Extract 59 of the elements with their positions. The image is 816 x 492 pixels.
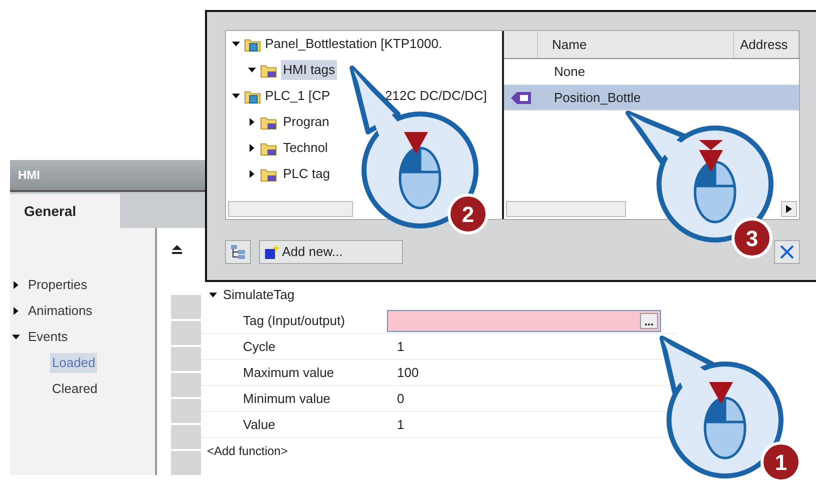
caret-down-icon[interactable] [232,92,240,100]
parameter-label: Tag (Input/output) [242,312,346,330]
tree-item[interactable]: Panel_Bottlestation [KTP1000. [265,34,442,54]
parameter-value[interactable]: 0 [387,388,404,408]
tree-item[interactable]: HMI tags [281,60,338,80]
caret-down-icon[interactable] [232,40,240,48]
tree-item[interactable]: Technol [281,138,330,158]
caret-right-icon[interactable] [248,170,256,178]
folder-icon [260,140,277,156]
move-up-icon[interactable] [171,243,183,255]
tab[interactable]: General [10,194,120,228]
nav-item[interactable]: Properties [28,275,88,295]
tree-view-icon [230,244,246,260]
add-function-link[interactable]: <Add function> [201,438,675,460]
tag-name: None [553,62,586,81]
scroll-right-button[interactable] [781,201,797,217]
event-item[interactable]: Cleared [50,379,100,399]
caret-right-icon[interactable] [248,144,256,152]
tree-item[interactable]: Progran [281,112,332,132]
parameter-label: Maximum value [242,364,336,382]
horizontal-scrollbar[interactable] [228,201,353,217]
parameter-label: Value [242,416,276,434]
tree-item[interactable]: PLC tag [281,164,332,184]
add-new-button[interactable]: Add new... [259,240,403,264]
nav-item[interactable]: Animations [28,301,92,321]
function-name: SimulateTag [223,286,295,304]
device-folder-icon [244,36,261,52]
parameter-value[interactable]: 1 [387,414,404,434]
parameter-label: Cycle [242,338,277,356]
step-badge: 1 [760,442,802,482]
tag-field[interactable] [387,310,661,332]
caret-down-icon[interactable] [209,291,217,299]
folder-icon [260,62,277,78]
folder-icon [260,114,277,130]
tree-item[interactable]: PLC_1 [CP [265,86,357,106]
horizontal-scrollbar[interactable] [506,201,626,217]
caret-down-icon[interactable] [12,333,20,341]
parameter-label: Minimum value [242,390,332,408]
column-header[interactable]: Name [538,31,734,58]
tag-row[interactable]: Position_Bottle [504,85,799,111]
caret-right-icon[interactable] [248,118,256,126]
caret-right-icon[interactable] [12,307,20,315]
panel-title: HMI [18,167,40,184]
close-icon [780,245,794,259]
parameter-value[interactable]: 1 [387,336,404,356]
tree-view-button[interactable] [225,240,251,264]
tree-item-text: 212C DC/DC/DC] [385,87,487,106]
caret-right-icon [786,205,792,213]
caret-down-icon[interactable] [248,66,256,74]
tag-name: Position_Bottle [553,88,641,107]
browse-icon[interactable] [640,312,658,328]
nav-item[interactable]: Events [28,327,68,347]
caret-right-icon[interactable] [12,281,20,289]
folder-icon [260,166,277,182]
close-button[interactable] [774,240,800,264]
new-item-icon [264,244,280,260]
parameter-value[interactable]: 100 [387,362,419,382]
device-folder-icon [244,88,261,104]
column-header[interactable]: Address [734,31,799,58]
